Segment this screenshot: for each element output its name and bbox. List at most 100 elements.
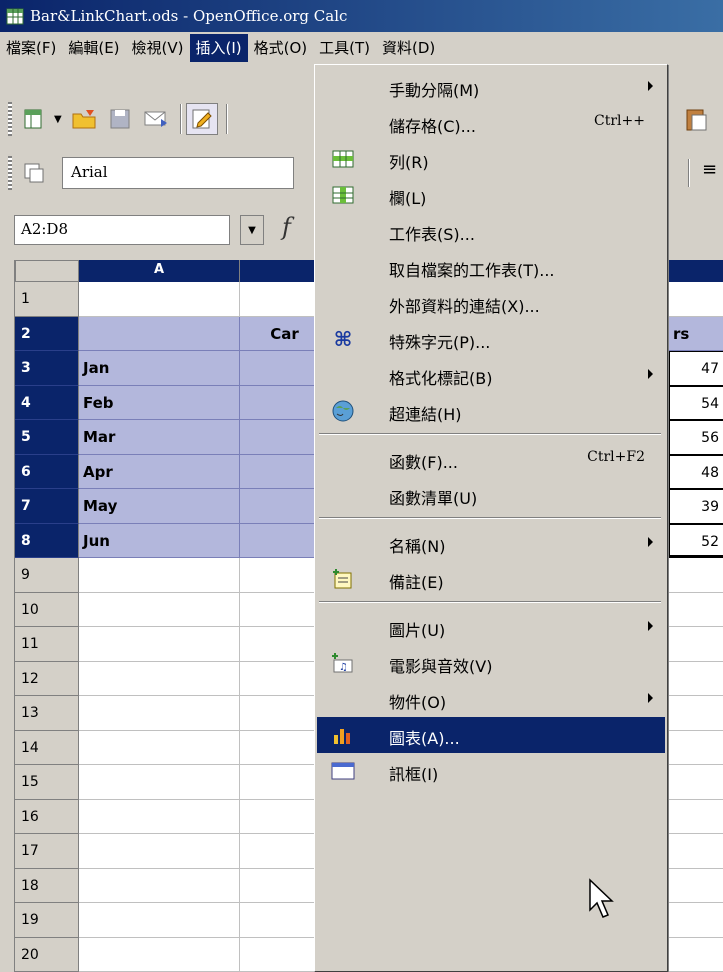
column-header-d[interactable] [669, 260, 723, 282]
edit-file-button[interactable] [185, 103, 218, 135]
menu-view[interactable]: 檢視(V) [126, 34, 190, 62]
cell-a[interactable] [79, 937, 240, 972]
cell-d[interactable] [669, 765, 723, 800]
cell-d[interactable] [669, 558, 723, 593]
select-all-corner[interactable] [15, 260, 79, 282]
row-header[interactable]: 5 [15, 420, 79, 455]
cell-a[interactable] [79, 730, 240, 765]
toolbar-grip[interactable] [8, 102, 12, 136]
menu-item-manual-break[interactable]: 手動分隔(M) [317, 69, 665, 105]
cell-a[interactable]: May [79, 489, 240, 524]
cell-a[interactable] [79, 558, 240, 593]
cell-a[interactable]: Jun [79, 523, 240, 558]
cell-a[interactable] [79, 868, 240, 903]
row-header[interactable]: 8 [15, 523, 79, 558]
chevron-down-icon[interactable]: ▼ [54, 114, 62, 125]
row-header[interactable]: 6 [15, 454, 79, 489]
menu-insert[interactable]: 插入(I) [189, 34, 248, 62]
cell-a[interactable] [79, 765, 240, 800]
cell-d[interactable] [669, 593, 723, 627]
cell-d[interactable]: 52 [669, 523, 723, 558]
menu-item-columns[interactable]: 欄(L) [317, 177, 665, 213]
menu-tools[interactable]: 工具(T) [313, 34, 376, 62]
cell-d[interactable] [669, 731, 723, 765]
cell-d[interactable]: 47 [669, 351, 723, 386]
row-header[interactable]: 20 [15, 937, 79, 972]
row-header[interactable]: 17 [15, 834, 79, 869]
styles-button[interactable] [18, 157, 50, 189]
cell-d[interactable] [669, 869, 723, 903]
cell-a[interactable]: Jan [79, 351, 240, 386]
cell-a[interactable] [79, 696, 240, 731]
menu-item-movie-and-sound[interactable]: ♫ 電影與音效(V) [317, 645, 665, 681]
save-button[interactable] [104, 103, 136, 135]
font-name-input[interactable]: Arial [62, 157, 294, 189]
cell-a[interactable]: Apr [79, 454, 240, 489]
cell-a[interactable]: Feb [79, 385, 240, 420]
menu-item-floating-frame[interactable]: 訊框(I) [317, 753, 665, 789]
cell-a[interactable] [79, 661, 240, 696]
menu-item-special-character[interactable]: ⌘ 特殊字元(P)... [317, 321, 665, 357]
menu-item-cells[interactable]: 儲存格(C)... Ctrl++ [317, 105, 665, 141]
menu-edit[interactable]: 編輯(E) [62, 34, 125, 62]
cell-d[interactable]: 48 [669, 454, 723, 489]
cell-a[interactable] [79, 799, 240, 834]
menu-item-picture[interactable]: 圖片(U) [317, 609, 665, 645]
row-header[interactable]: 11 [15, 627, 79, 662]
menu-item-names[interactable]: 名稱(N) [317, 525, 665, 561]
cell-a[interactable] [79, 834, 240, 869]
row-header[interactable]: 15 [15, 765, 79, 800]
cell-a[interactable] [79, 282, 240, 317]
cell-d[interactable] [669, 903, 723, 938]
cell-d[interactable]: 54 [669, 385, 723, 420]
email-button[interactable] [140, 103, 172, 135]
menu-item-sheet[interactable]: 工作表(S)... [317, 213, 665, 249]
row-header[interactable]: 2 [15, 316, 79, 351]
menu-item-link-to-external-data[interactable]: 外部資料的連結(X)... [317, 285, 665, 321]
new-document-button[interactable] [18, 103, 50, 135]
cell-a[interactable]: Mar [79, 420, 240, 455]
row-header[interactable]: 13 [15, 696, 79, 731]
menu-file[interactable]: 檔案(F) [0, 34, 62, 62]
function-wizard-icon[interactable]: f [282, 213, 291, 241]
paste-button[interactable] [680, 103, 712, 135]
cell-d[interactable] [669, 696, 723, 731]
align-left-icon[interactable]: ≡ [702, 159, 717, 180]
menu-data[interactable]: 資料(D) [376, 34, 441, 62]
row-header[interactable]: 16 [15, 799, 79, 834]
cell-a[interactable] [79, 903, 240, 938]
cell-a[interactable] [79, 627, 240, 662]
row-header[interactable]: 18 [15, 868, 79, 903]
cell-d[interactable] [669, 938, 723, 972]
name-box[interactable]: A2:D8 [14, 215, 230, 245]
row-header[interactable]: 3 [15, 351, 79, 386]
cell-d[interactable] [669, 282, 723, 317]
row-header[interactable]: 1 [15, 282, 79, 317]
open-button[interactable] [68, 103, 100, 135]
menu-item-rows[interactable]: 列(R) [317, 141, 665, 177]
menu-item-function-list[interactable]: 函數清單(U) [317, 477, 665, 513]
row-header[interactable]: 19 [15, 903, 79, 938]
menu-item-formatting-mark[interactable]: 格式化標記(B) [317, 357, 665, 393]
row-header[interactable]: 4 [15, 385, 79, 420]
row-header[interactable]: 9 [15, 558, 79, 593]
cell-a[interactable] [79, 592, 240, 627]
cell-d[interactable] [669, 800, 723, 834]
column-header-a[interactable]: A [79, 260, 240, 282]
menu-item-chart[interactable]: 圖表(A)... [317, 717, 665, 753]
menu-item-function[interactable]: 函數(F)... Ctrl+F2 [317, 441, 665, 477]
menu-item-sheet-from-file[interactable]: 取自檔案的工作表(T)... [317, 249, 665, 285]
cell-d[interactable]: rs [669, 316, 723, 351]
name-box-dropdown[interactable]: ▼ [240, 215, 264, 245]
cell-d[interactable]: 56 [669, 420, 723, 455]
menu-item-hyperlink[interactable]: 超連結(H) [317, 393, 665, 429]
menu-item-comment[interactable]: 備註(E) [317, 561, 665, 597]
row-header[interactable]: 14 [15, 730, 79, 765]
menu-format[interactable]: 格式(O) [248, 34, 314, 62]
menu-item-object[interactable]: 物件(O) [317, 681, 665, 717]
cell-a[interactable] [79, 316, 240, 351]
cell-d[interactable] [669, 834, 723, 869]
cell-d[interactable] [669, 627, 723, 662]
row-header[interactable]: 12 [15, 661, 79, 696]
toolbar-grip[interactable] [8, 156, 12, 190]
